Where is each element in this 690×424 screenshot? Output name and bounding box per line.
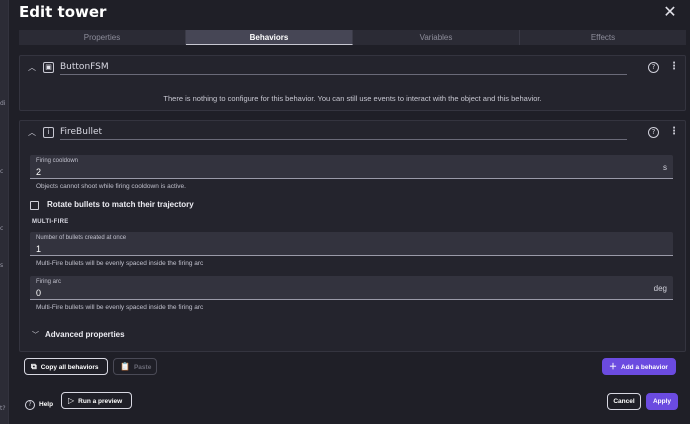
play-icon: ▷ [68, 396, 75, 405]
behavior-header: ︿ i FireBullet ? ⋮ [20, 121, 685, 145]
field-value[interactable]: 2 [36, 167, 41, 177]
behavior-header: ︿ ▣ ButtonFSM ? ⋮ [20, 56, 685, 80]
field-label: Number of bullets created at once [36, 235, 127, 241]
info-icon: i [43, 127, 54, 138]
firing-cooldown-field[interactable]: Firing cooldown 2 s [30, 155, 673, 179]
copy-all-behaviors-button[interactable]: ⧉ Copy all behaviors [24, 358, 108, 375]
field-unit: s [663, 163, 667, 172]
field-helper-text: Objects cannot shoot while firing cooldo… [36, 183, 186, 190]
advanced-properties-label: Advanced properties [45, 330, 125, 339]
more-options-icon[interactable]: ⋮ [669, 126, 679, 138]
button-icon: ▣ [43, 62, 54, 73]
tab-effects[interactable]: Effects [520, 30, 686, 45]
checkbox-label[interactable]: Rotate bullets to match their trajectory [47, 200, 194, 209]
field-label: Firing cooldown [36, 158, 79, 164]
tab-bar: Properties Behaviors Variables Effects [19, 30, 686, 45]
behavior-name-input[interactable]: ButtonFSM [60, 60, 627, 75]
advanced-properties-toggle[interactable]: ﹀ Advanced properties [32, 324, 125, 339]
copy-icon: ⧉ [31, 362, 37, 371]
paste-button[interactable]: 📋 Paste [113, 358, 157, 375]
plus-icon: ＋ [609, 362, 617, 371]
firing-arc-field[interactable]: Firing arc 0 deg [30, 276, 673, 300]
more-options-icon[interactable]: ⋮ [669, 61, 679, 73]
field-value[interactable]: 0 [36, 288, 41, 298]
field-unit: deg [653, 284, 667, 293]
no-config-message: There is nothing to configure for this b… [163, 94, 542, 103]
editor-backdrop: di c c s t? [0, 0, 8, 424]
behavior-name-input[interactable]: FireBullet [60, 125, 627, 140]
field-value[interactable]: 1 [36, 244, 41, 254]
help-icon[interactable]: ? [648, 127, 659, 138]
close-icon[interactable]: ✕ [662, 4, 678, 20]
cancel-button[interactable]: Cancel [607, 393, 641, 410]
edit-object-dialog: Edit tower ✕ Properties Behaviors Variab… [8, 0, 690, 424]
add-behavior-button[interactable]: ＋ Add a behavior [602, 358, 676, 375]
tab-behaviors[interactable]: Behaviors [186, 30, 353, 45]
tab-variables[interactable]: Variables [353, 30, 520, 45]
chevron-up-icon[interactable]: ︿ [28, 127, 36, 138]
help-icon[interactable]: ? [648, 62, 659, 73]
tab-properties[interactable]: Properties [19, 30, 186, 45]
clipboard-icon: 📋 [120, 362, 130, 371]
rotate-bullets-checkbox[interactable] [30, 201, 39, 210]
help-button[interactable]: ? Help [25, 396, 53, 410]
chevron-down-icon: ﹀ [32, 331, 39, 339]
run-preview-button[interactable]: ▷ Run a preview [61, 392, 132, 409]
bullet-count-field[interactable]: Number of bullets created at once 1 [30, 232, 673, 256]
behavior-card-firebullet: ︿ i FireBullet ? ⋮ Firing cooldown 2 s O… [19, 120, 686, 352]
field-helper-text: Multi-Fire bullets will be evenly spaced… [36, 260, 204, 267]
behavior-card-buttonfsm: ︿ ▣ ButtonFSM ? ⋮ There is nothing to co… [19, 55, 686, 111]
field-helper-text: Multi-Fire bullets will be evenly spaced… [36, 304, 204, 311]
field-label: Firing arc [36, 279, 62, 285]
behaviors-scroll-area[interactable]: ︿ ▣ ButtonFSM ? ⋮ There is nothing to co… [19, 48, 690, 352]
section-heading: MULTI-FIRE [32, 219, 69, 225]
dialog-title: Edit tower [19, 3, 107, 21]
help-icon: ? [25, 399, 35, 410]
apply-button[interactable]: Apply [646, 393, 678, 410]
chevron-up-icon[interactable]: ︿ [28, 62, 36, 73]
